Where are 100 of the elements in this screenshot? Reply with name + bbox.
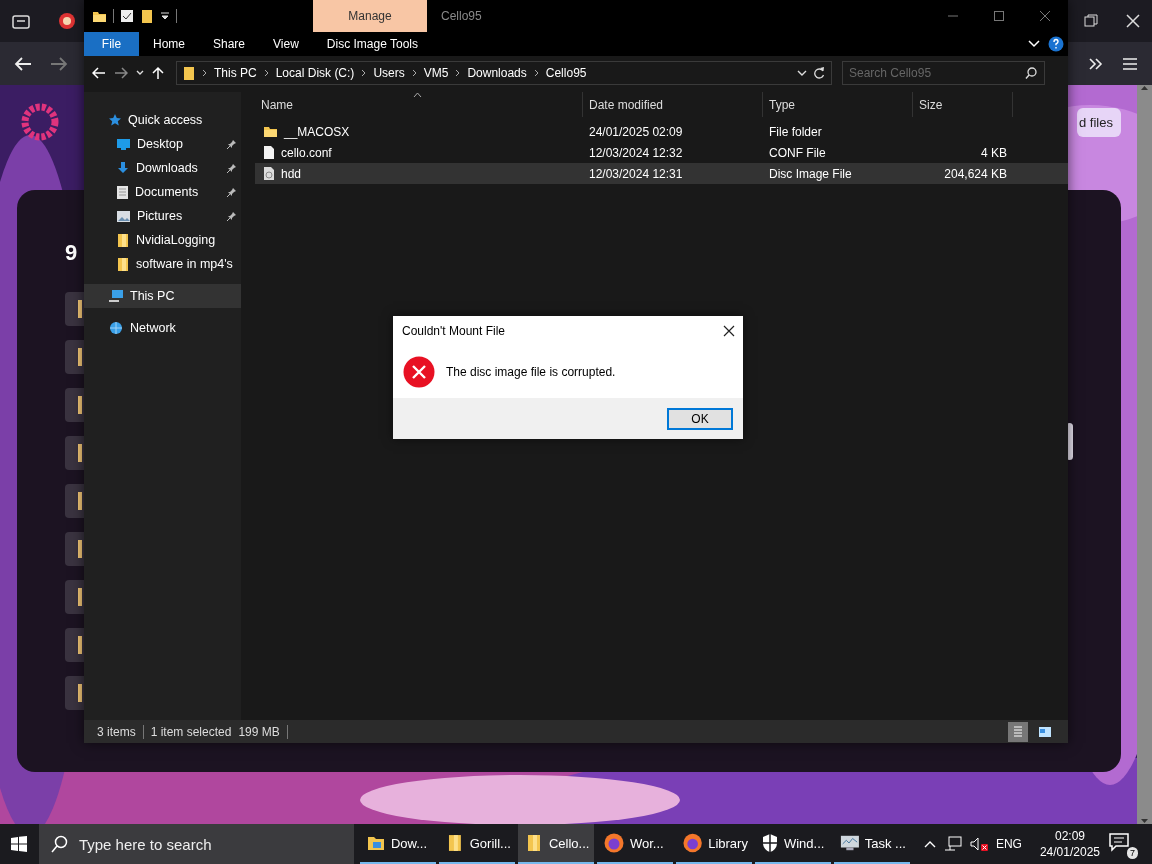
column-header[interactable]: Date modified (583, 92, 763, 117)
list-row[interactable] (65, 580, 84, 614)
list-row[interactable] (65, 484, 84, 518)
document-icon (263, 145, 275, 160)
selection-count: 1 item selected (150, 724, 232, 739)
error-icon (403, 356, 435, 388)
list-row[interactable] (65, 532, 84, 566)
new-folder-icon[interactable] (140, 8, 154, 24)
breadcrumb[interactable]: Users (373, 66, 405, 80)
taskbar-item[interactable]: Wind... (754, 824, 831, 864)
upload-button[interactable]: d files (1077, 107, 1121, 137)
list-row[interactable] (65, 292, 84, 326)
download-icon (116, 161, 130, 175)
ribbon-tab[interactable]: View (259, 32, 313, 56)
nav-item[interactable]: Network (84, 316, 241, 340)
menu-icon[interactable] (1122, 56, 1138, 71)
nav-item[interactable]: Desktop (84, 132, 241, 156)
tab-list-icon[interactable] (12, 13, 30, 29)
file-row[interactable]: hdd 12/03/2024 12:31 Disc Image File 204,624 KB (255, 163, 1068, 184)
type-cell-text: Disc Image File (768, 166, 853, 181)
expand-ribbon-icon[interactable] (1028, 40, 1040, 48)
selection-size: 199 MB (238, 724, 280, 739)
ribbon-tab[interactable]: Share (199, 32, 260, 56)
nav-item[interactable]: software in mp4's (84, 252, 241, 276)
nav-item[interactable]: Pictures (84, 204, 241, 228)
refresh-icon[interactable] (813, 67, 825, 79)
monitor-icon (839, 833, 860, 853)
ribbon-tab[interactable]: Disc Image Tools (312, 32, 432, 56)
nav-item[interactable]: Documents (84, 180, 241, 204)
dialog-title: Couldn't Mount File (402, 324, 505, 338)
desktop-icon (116, 137, 131, 151)
volume-icon[interactable] (969, 836, 988, 852)
search-field[interactable]: Type here to search (38, 824, 354, 864)
windows-logo-icon (11, 836, 28, 852)
list-row[interactable] (65, 676, 84, 710)
taskbar-item[interactable]: Dow... (359, 824, 436, 864)
breadcrumb[interactable]: This PC (214, 66, 257, 80)
clock-date[interactable]: 24/01/2025 (1039, 844, 1100, 860)
taskbar-item[interactable]: Cello... (517, 824, 594, 864)
network-icon[interactable] (943, 836, 962, 852)
picture-icon (116, 209, 131, 223)
breadcrumb[interactable]: Cello95 (545, 66, 587, 80)
address-bar[interactable]: This PC Local Disk (C:) Users VM5 Downloads Cello95 (176, 61, 832, 85)
breadcrumb[interactable]: Local Disk (C:) (275, 66, 355, 80)
nav-item[interactable]: This PC (84, 284, 241, 308)
recent-locations-icon[interactable] (136, 70, 144, 76)
overflow-icon[interactable] (1088, 56, 1104, 71)
scrollbar[interactable] (1137, 85, 1152, 824)
list-row[interactable] (65, 436, 84, 470)
network-icon (108, 321, 124, 335)
favicon-icon (58, 12, 76, 30)
chevron-icon (262, 68, 270, 78)
breadcrumb[interactable]: Downloads (467, 66, 527, 80)
date-cell-text: 12/03/2024 12:31 (588, 166, 684, 181)
list-row[interactable] (65, 628, 84, 662)
folder-icon (116, 256, 130, 272)
forward-icon[interactable] (114, 67, 128, 79)
list-row[interactable] (65, 340, 84, 374)
restore-icon[interactable] (1084, 14, 1098, 28)
taskbar-item[interactable]: Library (675, 824, 752, 864)
file-row[interactable]: __MACOSX 24/01/2025 02:09 File folder (255, 121, 1068, 142)
properties-icon[interactable] (120, 9, 134, 23)
column-header[interactable]: Type (763, 92, 913, 117)
clock-time[interactable]: 02:09 (1054, 828, 1085, 844)
disc-image-icon (263, 166, 275, 181)
breadcrumb[interactable]: VM5 (423, 66, 449, 80)
nav-item[interactable]: NvidiaLogging (84, 228, 241, 252)
forward-icon[interactable] (50, 55, 68, 72)
up-icon[interactable] (152, 66, 164, 80)
globe-icon (681, 832, 704, 854)
star-icon (108, 113, 122, 127)
file-row[interactable]: cello.conf 12/03/2024 12:32 CONF File 4 KB (255, 142, 1068, 163)
folder-icon (183, 65, 195, 81)
view-button[interactable] (1008, 721, 1028, 742)
language-indicator[interactable]: ENG (995, 837, 1022, 851)
close-icon[interactable] (723, 325, 735, 337)
notification-icon[interactable] (1108, 831, 1130, 853)
taskbar-item[interactable]: Task ... (833, 824, 910, 864)
details-view-icon (1012, 724, 1024, 739)
nav-item[interactable]: Quick access (84, 108, 241, 132)
search-field[interactable]: Search Cello95 (842, 61, 1045, 85)
customize-icon[interactable] (160, 11, 170, 21)
ok-button[interactable]: OK (667, 407, 733, 430)
context-tab[interactable]: Manage (313, 0, 427, 32)
size-cell-text: 4 KB (980, 145, 1008, 160)
dropdown-icon[interactable] (797, 70, 807, 76)
chevron-up-icon[interactable] (923, 840, 936, 848)
file-name: cello.conf (281, 145, 332, 160)
taskbar-item[interactable]: Wor... (596, 824, 673, 864)
list-row[interactable] (65, 388, 84, 422)
column-header[interactable]: Name (255, 92, 583, 117)
nav-item[interactable]: Downloads (84, 156, 241, 180)
column-header[interactable]: Size (913, 92, 1013, 117)
help-icon[interactable] (1048, 36, 1064, 52)
taskbar-item[interactable]: Gorill... (438, 824, 515, 864)
chevron-icon (360, 68, 368, 78)
window-title: Cello95 (441, 9, 482, 23)
back-icon[interactable] (14, 55, 32, 72)
large-icons-view-icon (1038, 725, 1052, 738)
ribbon-tab[interactable]: Home (139, 32, 199, 56)
